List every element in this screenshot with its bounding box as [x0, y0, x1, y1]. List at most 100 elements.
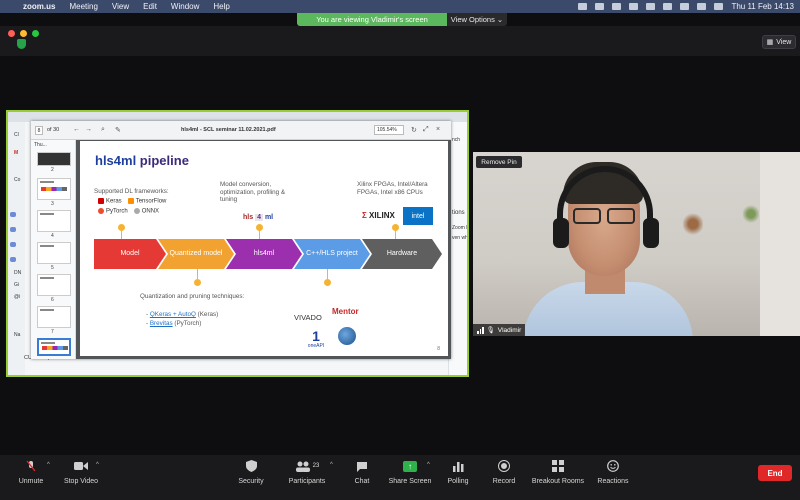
tensorflow-label: TensorFlow	[135, 198, 167, 205]
battery-icon[interactable]	[680, 3, 690, 10]
menu-window[interactable]: Window	[164, 2, 206, 11]
headphone-cup	[643, 218, 659, 248]
page-thumbnail[interactable]	[37, 306, 71, 328]
fit-icon[interactable]: ⤢	[423, 126, 429, 134]
view-options-button[interactable]: View Options ⌄	[447, 13, 507, 26]
share-screen-icon: ↑	[403, 460, 417, 472]
pipeline-stage-quantized-model: Quantized model	[158, 239, 234, 269]
xilinx-logo-text: XILINX	[369, 211, 395, 220]
onnx-icon	[133, 208, 140, 214]
shield-icon[interactable]	[17, 39, 26, 49]
menu-edit[interactable]: Edit	[136, 2, 164, 11]
participants-count: 23	[312, 463, 320, 469]
thumbnail-number: 2	[51, 167, 54, 173]
pipeline-stage-hls4ml: hls4ml	[226, 239, 302, 269]
bg-label: Gi	[14, 282, 19, 288]
thumbnail-header: Thu...	[34, 142, 47, 148]
participants-button[interactable]: 23 Participants	[276, 460, 338, 485]
intel-logo: intel	[403, 207, 433, 225]
view-button[interactable]: ▦ View	[762, 35, 796, 49]
close-icon[interactable]: ×	[436, 126, 440, 133]
participants-icon: 23	[293, 460, 321, 472]
control-center-icon[interactable]	[714, 3, 724, 10]
page-thumbnail[interactable]	[37, 242, 71, 264]
security-button[interactable]: Security	[220, 460, 282, 485]
back-icon[interactable]: ←	[73, 126, 80, 133]
wifi-icon[interactable]	[646, 3, 656, 10]
glasses-lens	[573, 208, 601, 224]
bg-label: Cl	[14, 132, 19, 138]
flag-icon[interactable]	[663, 3, 673, 10]
menubar-clock[interactable]: Thu 11 Feb 14:13	[731, 2, 794, 11]
page-thumbnail[interactable]	[37, 210, 71, 232]
pytorch-label: PyTorch	[106, 208, 128, 215]
keras-icon	[98, 198, 104, 204]
bg-folder-icon	[10, 242, 16, 247]
zoom-level-select[interactable]: 105.54%	[374, 125, 404, 135]
connector-dot	[194, 279, 201, 286]
bluetooth-icon[interactable]	[629, 3, 639, 10]
participant-name: Vladimir	[497, 326, 522, 334]
reactions-button[interactable]: Reactions	[582, 460, 644, 485]
reactions-label: Reactions	[597, 478, 629, 485]
xilinx-logo: Σ XILINX	[362, 211, 395, 220]
pipeline-stage-hardware: Hardware	[362, 239, 442, 269]
stop-video-label: Stop Video	[63, 478, 99, 485]
brevitas-link[interactable]: Brevitas	[150, 320, 173, 327]
hls4ml-logo-hls: hls	[243, 214, 254, 221]
forward-icon[interactable]: →	[85, 126, 92, 133]
page-thumbnail[interactable]	[37, 152, 71, 166]
page-thumbnail-active[interactable]	[37, 338, 71, 356]
search-icon[interactable]	[697, 3, 707, 10]
zoom-status-icon[interactable]	[578, 3, 588, 10]
bg-folder-icon	[10, 257, 16, 262]
shared-screen[interactable]: Cl M Co DN Gi @i Na CUDA-Paper nch tions…	[6, 110, 469, 377]
unmute-label: Unmute	[18, 478, 44, 485]
menubar-status-area: Thu 11 Feb 14:13	[578, 0, 794, 13]
zoom-window-button[interactable]	[32, 30, 39, 37]
qkeras-link[interactable]: QKeras + AutoQ	[150, 311, 196, 318]
bg-folder-icon	[10, 212, 16, 217]
bg-label: DN	[14, 270, 22, 276]
search-icon[interactable]: ⌕	[101, 126, 105, 134]
oneapi-logo-text: oneAPI	[307, 343, 325, 349]
volume-icon[interactable]	[612, 3, 622, 10]
rotate-icon[interactable]: ↻	[411, 126, 417, 134]
pdf-viewer[interactable]: 8 of 30 ← → ⌕ ✎ hls4ml - SCL seminar 11.…	[31, 121, 451, 359]
tensorflow-logo: TensorFlow	[127, 198, 167, 205]
page-count: of 30	[47, 127, 60, 133]
slide-page-number: 8	[437, 346, 440, 352]
remove-pin-button[interactable]: Remove Pin	[476, 156, 522, 168]
dropbox-icon[interactable]	[595, 3, 605, 10]
page-thumbnail[interactable]	[37, 274, 71, 296]
keras-label: Keras	[106, 198, 122, 205]
conversion-text: Model conversion, optimization, profilin…	[220, 181, 286, 203]
pytorch-logo: PyTorch	[98, 208, 128, 215]
end-meeting-button[interactable]: End	[758, 465, 792, 481]
slide-title-hls4ml: hls4ml	[95, 153, 137, 168]
menu-meeting[interactable]: Meeting	[62, 2, 104, 11]
slide-title-pipeline: pipeline	[136, 153, 189, 168]
glasses	[571, 208, 639, 226]
menu-app-name[interactable]: zoom.us	[16, 2, 62, 11]
menu-bar: zoom.us Meeting View Edit Window Help Th…	[0, 0, 800, 13]
connector-line	[327, 269, 328, 279]
page-thumbnail[interactable]	[37, 178, 71, 200]
video-options-caret-icon[interactable]: ^	[96, 462, 99, 468]
stop-video-button[interactable]: Stop Video	[50, 460, 112, 485]
close-window-button[interactable]	[8, 30, 15, 37]
page-number-input[interactable]: 8	[35, 126, 43, 135]
record-button[interactable]: Record	[473, 460, 535, 485]
minimize-window-button[interactable]	[20, 30, 27, 37]
annotate-icon[interactable]: ✎	[115, 126, 121, 134]
video-background-object	[743, 204, 759, 224]
glasses-lens	[607, 208, 635, 224]
breakout-rooms-button[interactable]: Breakout Rooms	[527, 460, 589, 485]
participant-name-tag: 🎙 Vladimir	[473, 324, 526, 336]
menu-view[interactable]: View	[105, 2, 136, 11]
connector-line	[259, 231, 260, 239]
menu-help[interactable]: Help	[206, 2, 236, 11]
participant-video[interactable]	[473, 152, 800, 336]
catapult-logo	[338, 327, 356, 345]
hls4ml-logo-ml: ml	[264, 214, 274, 221]
